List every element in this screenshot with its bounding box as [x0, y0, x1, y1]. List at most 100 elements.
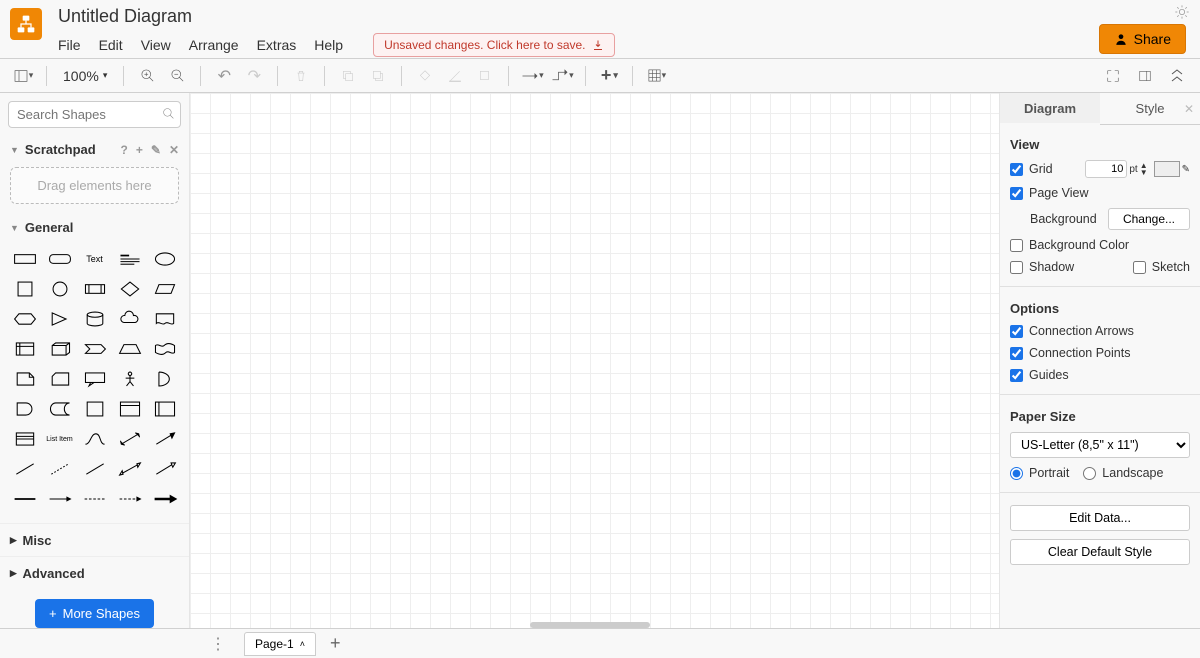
- zoom-dropdown[interactable]: 100%▾: [57, 68, 113, 84]
- scratchpad-add-icon[interactable]: +: [136, 143, 143, 157]
- zoom-in-button[interactable]: [134, 63, 160, 89]
- shape-line[interactable]: [8, 455, 41, 483]
- chevron-up-icon[interactable]: ˄: [300, 639, 305, 649]
- shape-and[interactable]: [8, 395, 41, 423]
- shape-link1[interactable]: [8, 485, 41, 513]
- shape-container[interactable]: [78, 395, 111, 423]
- shape-curve[interactable]: [78, 425, 111, 453]
- change-background-button[interactable]: Change...: [1108, 208, 1190, 230]
- shape-or[interactable]: [148, 365, 181, 393]
- shape-cloud[interactable]: [113, 305, 146, 333]
- menu-edit[interactable]: Edit: [99, 37, 123, 53]
- shape-circle[interactable]: [43, 275, 76, 303]
- menu-help[interactable]: Help: [314, 37, 343, 53]
- shape-ellipse[interactable]: [148, 245, 181, 273]
- shape-dashed-line[interactable]: [43, 455, 76, 483]
- shape-actor[interactable]: [113, 365, 146, 393]
- shadow-button[interactable]: [472, 63, 498, 89]
- shape-link2[interactable]: [43, 485, 76, 513]
- line-color-button[interactable]: [442, 63, 468, 89]
- menu-file[interactable]: File: [58, 37, 81, 53]
- pages-menu-icon[interactable]: ⋮: [200, 634, 236, 654]
- shape-container-v[interactable]: [148, 395, 181, 423]
- paper-size-select[interactable]: US-Letter (8,5" x 11"): [1010, 432, 1190, 458]
- advanced-section-header[interactable]: ▸ Advanced: [0, 556, 189, 589]
- insert-dropdown[interactable]: +▾: [596, 63, 622, 89]
- app-logo[interactable]: [10, 8, 42, 40]
- shape-link3[interactable]: [78, 485, 111, 513]
- menu-extras[interactable]: Extras: [257, 37, 297, 53]
- grid-size-input[interactable]: [1085, 160, 1127, 178]
- shape-tape[interactable]: [148, 335, 181, 363]
- portrait-radio[interactable]: [1010, 467, 1023, 480]
- shape-text[interactable]: Text: [78, 245, 111, 273]
- share-button[interactable]: Share: [1099, 24, 1186, 54]
- add-page-button[interactable]: +: [324, 633, 347, 654]
- page-tab-1[interactable]: Page-1 ˄: [244, 632, 316, 656]
- guides-checkbox[interactable]: [1010, 369, 1023, 382]
- shape-list-item[interactable]: List Item: [43, 425, 76, 453]
- waypoint-dropdown[interactable]: ▾: [549, 63, 575, 89]
- redo-button[interactable]: ↷: [241, 63, 267, 89]
- grid-step-down[interactable]: ▼: [1140, 169, 1148, 176]
- tab-diagram[interactable]: Diagram: [1000, 93, 1100, 125]
- scratchpad-close-icon[interactable]: ✕: [169, 143, 179, 157]
- misc-section-header[interactable]: ▸ Misc: [0, 523, 189, 556]
- shape-bidir-connector[interactable]: [113, 455, 146, 483]
- horizontal-scrollbar[interactable]: [530, 622, 650, 628]
- fill-color-button[interactable]: [412, 63, 438, 89]
- undo-button[interactable]: ↶: [211, 63, 237, 89]
- scratchpad-header[interactable]: ▼ Scratchpad ? + ✎ ✕: [0, 136, 189, 163]
- grid-color-swatch[interactable]: [1154, 161, 1180, 177]
- scratchpad-help-icon[interactable]: ?: [121, 143, 128, 157]
- shape-line2[interactable]: [78, 455, 111, 483]
- zoom-out-button[interactable]: [164, 63, 190, 89]
- document-title[interactable]: Untitled Diagram: [58, 6, 615, 27]
- to-back-button[interactable]: [365, 63, 391, 89]
- table-dropdown[interactable]: ▾: [643, 63, 669, 89]
- sidebar-toggle-button[interactable]: ▾: [10, 63, 36, 89]
- bgcolor-checkbox[interactable]: [1010, 239, 1023, 252]
- more-shapes-button[interactable]: + More Shapes: [35, 599, 154, 628]
- shape-bidirectional-arrow[interactable]: [113, 425, 146, 453]
- shape-link4[interactable]: [113, 485, 146, 513]
- shape-rounded-rect[interactable]: [43, 245, 76, 273]
- shape-note[interactable]: [8, 365, 41, 393]
- shape-arrow[interactable]: [148, 425, 181, 453]
- shape-internal-storage[interactable]: [8, 335, 41, 363]
- shape-process[interactable]: [78, 275, 111, 303]
- collapse-button[interactable]: [1164, 63, 1190, 89]
- shape-cylinder[interactable]: [78, 305, 111, 333]
- delete-button[interactable]: [288, 63, 314, 89]
- shadow-checkbox[interactable]: [1010, 261, 1023, 274]
- shape-container-h[interactable]: [113, 395, 146, 423]
- scratchpad-edit-icon[interactable]: ✎: [151, 143, 161, 157]
- shape-data-storage[interactable]: [43, 395, 76, 423]
- sketch-checkbox[interactable]: [1133, 261, 1146, 274]
- shape-link5[interactable]: [148, 485, 181, 513]
- landscape-radio[interactable]: [1083, 467, 1096, 480]
- close-icon[interactable]: ✕: [1184, 102, 1194, 116]
- edit-data-button[interactable]: Edit Data...: [1010, 505, 1190, 531]
- grid-color-edit-icon[interactable]: ✎: [1182, 164, 1190, 175]
- search-input[interactable]: [8, 101, 181, 128]
- fullscreen-button[interactable]: [1100, 63, 1126, 89]
- shape-rectangle[interactable]: [8, 245, 41, 273]
- general-section-header[interactable]: ▼ General: [0, 214, 189, 241]
- shape-triangle[interactable]: [43, 305, 76, 333]
- menu-view[interactable]: View: [141, 37, 171, 53]
- to-front-button[interactable]: [335, 63, 361, 89]
- shape-list[interactable]: [8, 425, 41, 453]
- scratchpad-dropzone[interactable]: Drag elements here: [10, 167, 179, 204]
- shape-square[interactable]: [8, 275, 41, 303]
- shape-parallelogram[interactable]: [148, 275, 181, 303]
- conn-arrows-checkbox[interactable]: [1010, 325, 1023, 338]
- conn-points-checkbox[interactable]: [1010, 347, 1023, 360]
- theme-toggle-icon[interactable]: [1174, 4, 1190, 25]
- shape-cube[interactable]: [43, 335, 76, 363]
- unsaved-changes-badge[interactable]: Unsaved changes. Click here to save.: [373, 33, 614, 57]
- format-panel-toggle[interactable]: [1132, 63, 1158, 89]
- clear-default-style-button[interactable]: Clear Default Style: [1010, 539, 1190, 565]
- shape-document[interactable]: [148, 305, 181, 333]
- canvas[interactable]: [190, 93, 1000, 628]
